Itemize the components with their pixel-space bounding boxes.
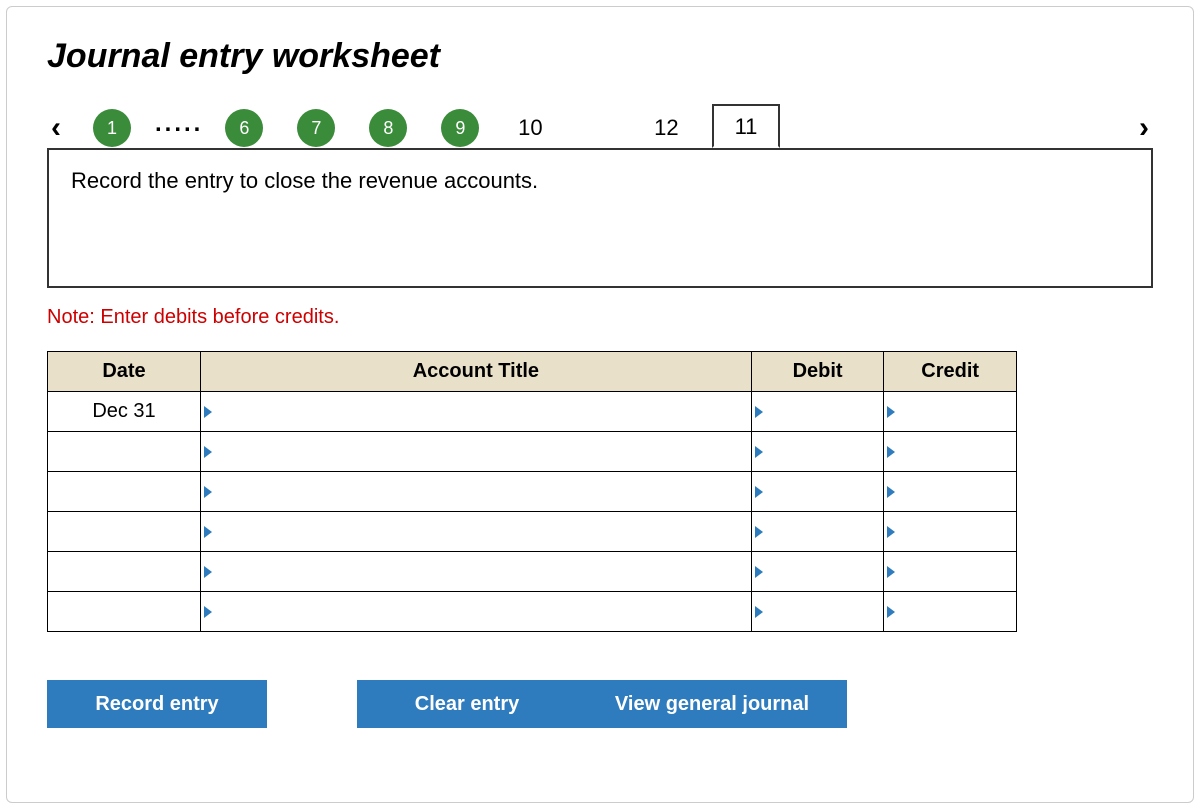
dropdown-icon[interactable] — [755, 486, 763, 498]
step-7[interactable]: 7 — [297, 109, 335, 147]
step-ellipsis: ..... — [155, 110, 203, 138]
dropdown-icon[interactable] — [887, 406, 895, 418]
dropdown-icon[interactable] — [887, 486, 895, 498]
table-row — [48, 592, 1017, 632]
dropdown-icon[interactable] — [204, 486, 212, 498]
cell-title[interactable] — [201, 592, 752, 632]
dropdown-icon[interactable] — [755, 606, 763, 618]
dropdown-icon[interactable] — [755, 446, 763, 458]
dropdown-icon[interactable] — [887, 446, 895, 458]
cell-debit[interactable] — [751, 472, 884, 512]
dropdown-icon[interactable] — [755, 566, 763, 578]
dropdown-icon[interactable] — [755, 406, 763, 418]
table-row — [48, 552, 1017, 592]
cell-title[interactable] — [201, 512, 752, 552]
dropdown-icon[interactable] — [755, 526, 763, 538]
cell-title[interactable] — [201, 472, 752, 512]
worksheet-panel: Journal entry worksheet ‹ 1 ..... 6 7 8 … — [6, 6, 1194, 803]
cell-debit[interactable] — [751, 392, 884, 432]
journal-table: Date Account Title Debit Credit Dec 31 — [47, 351, 1017, 632]
dropdown-icon[interactable] — [887, 526, 895, 538]
step-current[interactable]: 11 — [712, 104, 780, 148]
cell-debit[interactable] — [751, 432, 884, 472]
step-10[interactable]: 10 — [513, 109, 547, 147]
dropdown-icon[interactable] — [204, 606, 212, 618]
note-text: Note: Enter debits before credits. — [47, 306, 1153, 329]
button-row: Record entry Clear entry View general jo… — [47, 680, 1087, 728]
step-8[interactable]: 8 — [369, 109, 407, 147]
cell-credit[interactable] — [884, 392, 1017, 432]
cell-debit[interactable] — [751, 592, 884, 632]
cell-debit[interactable] — [751, 552, 884, 592]
dropdown-icon[interactable] — [204, 406, 212, 418]
cell-credit[interactable] — [884, 472, 1017, 512]
page-title: Journal entry worksheet — [47, 37, 1153, 76]
th-credit: Credit — [884, 352, 1017, 392]
table-row — [48, 432, 1017, 472]
cell-date[interactable] — [48, 512, 201, 552]
cell-date[interactable]: Dec 31 — [48, 392, 201, 432]
chevron-left-icon[interactable]: ‹ — [47, 111, 65, 145]
dropdown-icon[interactable] — [887, 566, 895, 578]
th-title: Account Title — [201, 352, 752, 392]
table-row: Dec 31 — [48, 392, 1017, 432]
th-date: Date — [48, 352, 201, 392]
instruction-wrap: 11 Record the entry to close the revenue… — [47, 148, 1153, 288]
table-row — [48, 472, 1017, 512]
clear-entry-button[interactable]: Clear entry — [357, 680, 577, 728]
step-6[interactable]: 6 — [225, 109, 263, 147]
cell-date[interactable] — [48, 552, 201, 592]
stepper: ‹ 1 ..... 6 7 8 9 10 11 12 13 › — [47, 104, 1153, 152]
step-1[interactable]: 1 — [93, 109, 131, 147]
dropdown-icon[interactable] — [887, 606, 895, 618]
cell-date[interactable] — [48, 592, 201, 632]
dropdown-icon[interactable] — [204, 446, 212, 458]
table-row — [48, 512, 1017, 552]
chevron-right-icon[interactable]: › — [1135, 111, 1153, 145]
th-debit: Debit — [751, 352, 884, 392]
cell-date[interactable] — [48, 432, 201, 472]
cell-credit[interactable] — [884, 552, 1017, 592]
dropdown-icon[interactable] — [204, 526, 212, 538]
cell-title[interactable] — [201, 432, 752, 472]
record-entry-button[interactable]: Record entry — [47, 680, 267, 728]
step-12[interactable]: 12 — [649, 109, 683, 147]
cell-date[interactable] — [48, 472, 201, 512]
cell-title[interactable] — [201, 552, 752, 592]
step-9[interactable]: 9 — [441, 109, 479, 147]
cell-title[interactable] — [201, 392, 752, 432]
dropdown-icon[interactable] — [204, 566, 212, 578]
instruction-text: Record the entry to close the revenue ac… — [47, 148, 1153, 288]
cell-credit[interactable] — [884, 592, 1017, 632]
cell-credit[interactable] — [884, 432, 1017, 472]
view-general-journal-button[interactable]: View general journal — [577, 680, 847, 728]
cell-debit[interactable] — [751, 512, 884, 552]
cell-credit[interactable] — [884, 512, 1017, 552]
